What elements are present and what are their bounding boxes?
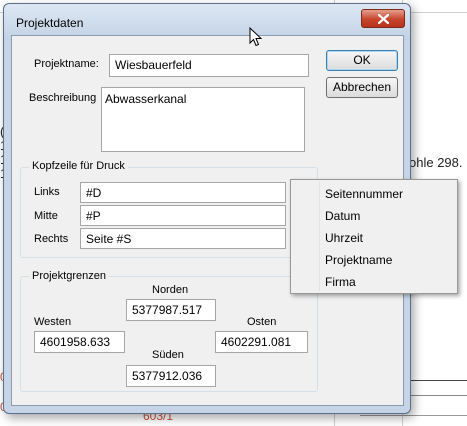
westen-label: Westen	[34, 316, 72, 328]
projektgrenzen-group-title: Projektgrenzen	[29, 270, 109, 282]
dialog-title: Projektdaten	[16, 16, 84, 30]
mitte-input[interactable]: #P	[80, 205, 286, 226]
kopfzeile-group-title: Kopfzeile für Druck	[29, 160, 128, 172]
close-button[interactable]	[361, 9, 405, 28]
projektname-input[interactable]: Wiesbauerfeld	[109, 54, 309, 77]
background-line	[360, 415, 467, 416]
beschreibung-label: Beschreibung	[29, 92, 97, 104]
menu-item-projektname[interactable]: Projektname	[325, 253, 392, 267]
osten-input[interactable]: 4602291.081	[215, 331, 308, 353]
sueden-label: Süden	[152, 349, 184, 361]
sueden-input[interactable]: 5377912.036	[126, 365, 216, 387]
background-text: ohle 298.	[409, 155, 463, 170]
projektname-label: Projektname:	[34, 58, 99, 70]
menu-item-datum[interactable]: Datum	[325, 209, 360, 223]
beschreibung-textarea[interactable]: Abwasserkanal	[101, 87, 305, 152]
abbrechen-button[interactable]: Abbrechen	[326, 77, 398, 98]
context-menu: Seitennummer Datum Uhrzeit Projektname F…	[290, 179, 458, 294]
mouse-cursor-icon	[249, 27, 263, 47]
westen-input[interactable]: 4601958.633	[34, 331, 125, 353]
ok-button[interactable]: OK	[326, 50, 398, 71]
osten-label: Osten	[247, 316, 277, 328]
norden-label: Norden	[152, 284, 189, 296]
menu-gutter-divider	[319, 182, 320, 291]
mitte-label: Mitte	[34, 210, 58, 222]
norden-input[interactable]: 5377987.517	[126, 299, 216, 321]
links-label: Links	[34, 186, 60, 198]
close-x-icon	[377, 13, 389, 24]
menu-item-seitennummer[interactable]: Seitennummer	[325, 187, 403, 201]
links-input[interactable]: #D	[80, 182, 286, 203]
menu-item-firma[interactable]: Firma	[325, 275, 356, 289]
rechts-label: Rechts	[34, 233, 69, 245]
rechts-input[interactable]: Seite #S	[80, 228, 286, 249]
menu-item-uhrzeit[interactable]: Uhrzeit	[325, 231, 363, 245]
